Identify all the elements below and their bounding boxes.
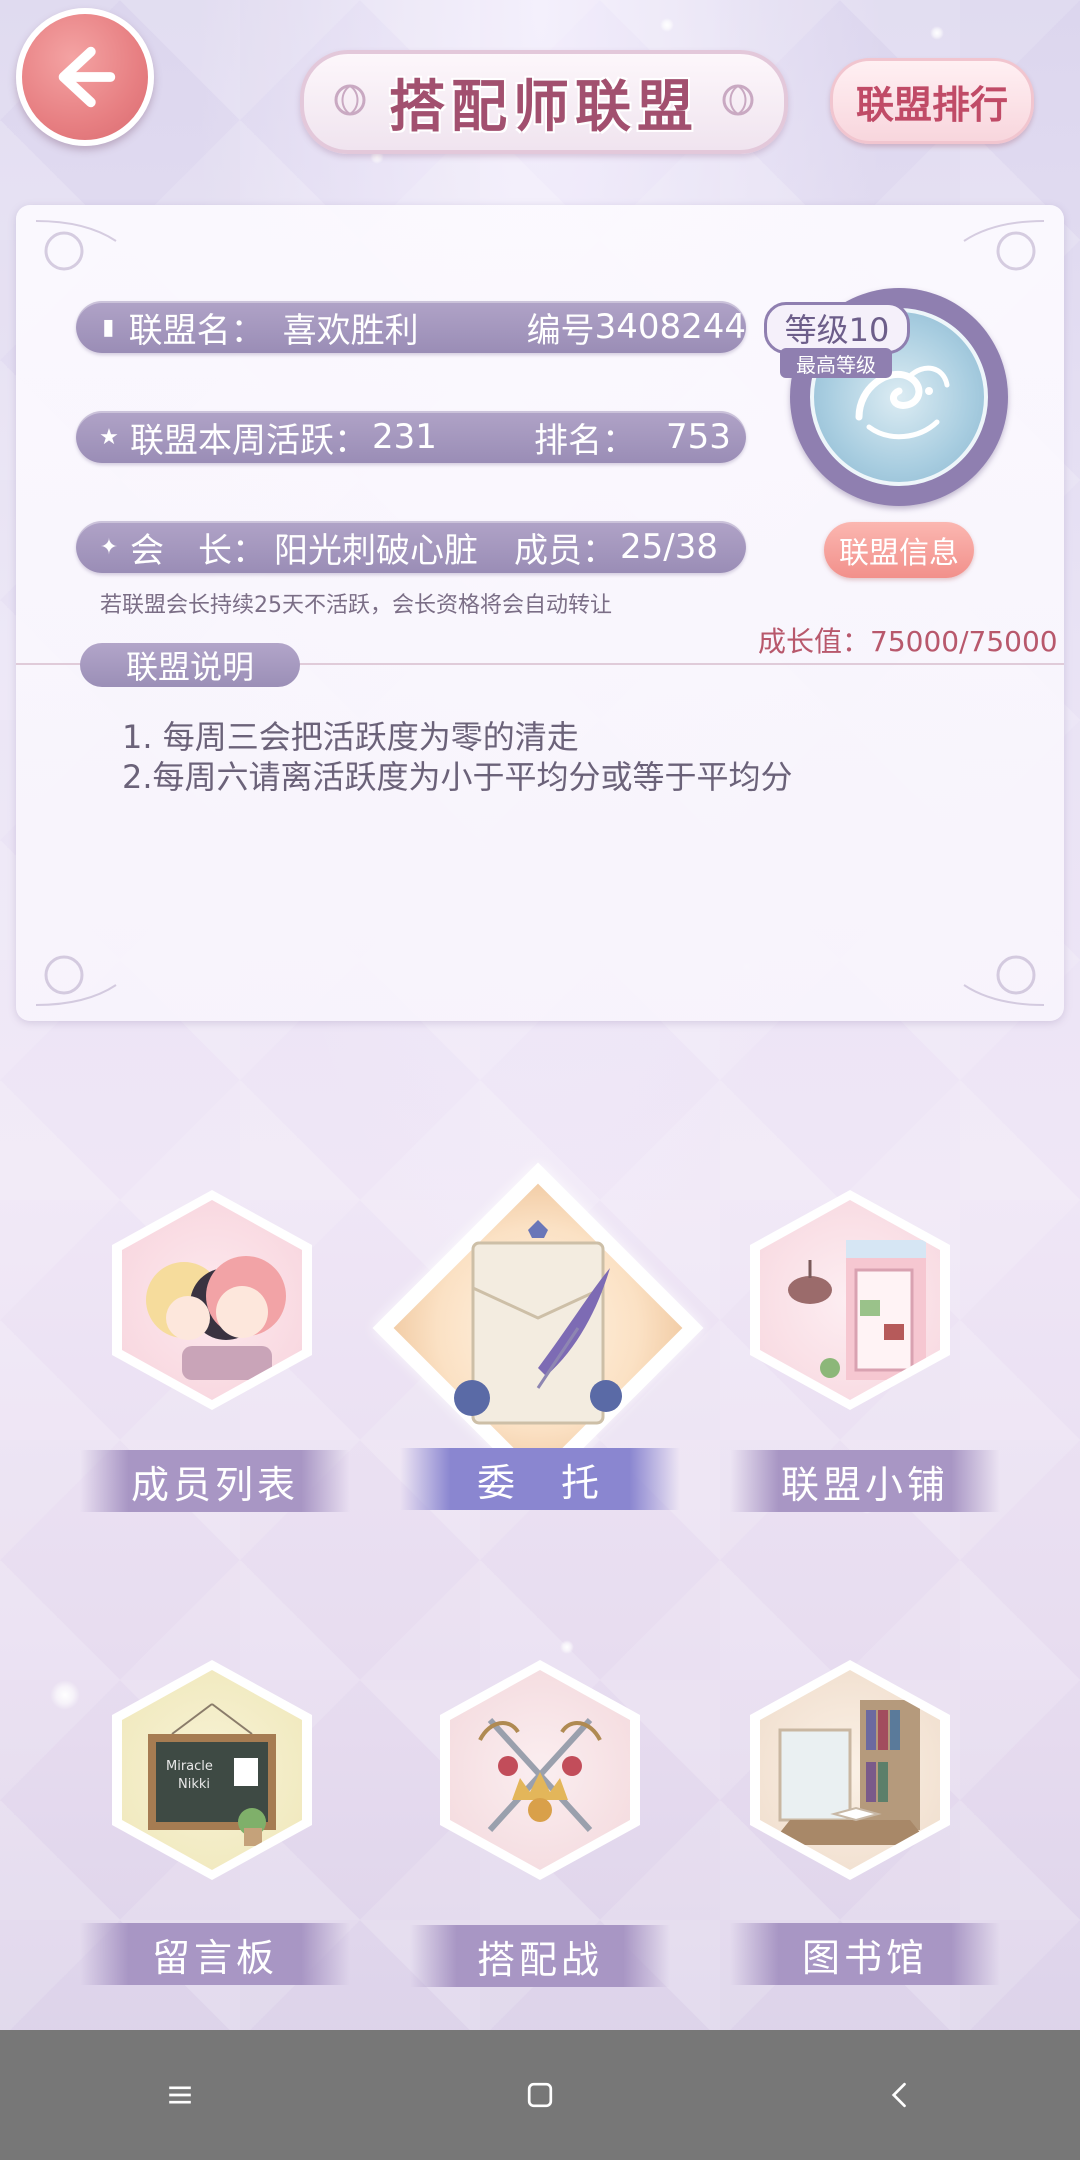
leader-label: 会 长： bbox=[130, 530, 266, 571]
back-button[interactable] bbox=[16, 8, 154, 146]
commission-tile[interactable] bbox=[372, 1162, 704, 1494]
alliance-id-value: 3408244 bbox=[594, 307, 746, 347]
svg-text:Nikki: Nikki bbox=[178, 1777, 210, 1792]
weekly-activity-value: 231 bbox=[372, 417, 437, 457]
growth-value: 成长值：75000/75000 bbox=[758, 625, 1058, 658]
members-value: 25/38 bbox=[620, 527, 718, 567]
envelope-quill-icon bbox=[454, 1220, 622, 1425]
sparkle bbox=[930, 26, 944, 40]
rank-label: 排名： bbox=[534, 420, 636, 461]
library-label[interactable]: 图书馆 bbox=[730, 1923, 1000, 1985]
library-illustration-icon bbox=[770, 1700, 930, 1845]
system-navigation-bar bbox=[0, 2030, 1080, 2160]
outfit-battle-label[interactable]: 搭配战 bbox=[410, 1925, 670, 1987]
weekly-activity-row: ★ 联盟本周活跃： 231 排名： 753 bbox=[76, 411, 746, 463]
weekly-activity-label: 联盟本周活跃： bbox=[130, 420, 368, 461]
alliance-name-label: 联盟名： bbox=[128, 310, 265, 351]
menu-icon bbox=[169, 2086, 191, 2104]
sparkle bbox=[660, 18, 674, 32]
sparkle-icon: ✦ bbox=[99, 534, 119, 560]
svg-text:Miracle: Miracle bbox=[166, 1759, 213, 1774]
max-level-badge: 最高等级 bbox=[780, 348, 892, 378]
rose-corner-icon bbox=[963, 220, 1045, 271]
members-label: 成员： bbox=[514, 530, 616, 571]
members-illustration-icon bbox=[146, 1256, 286, 1380]
rose-ornament-icon bbox=[722, 84, 754, 116]
message-board-label[interactable]: 留言板 bbox=[80, 1923, 350, 1985]
sparkle bbox=[560, 1640, 574, 1654]
leader-value: 阳光刺破心脏 bbox=[274, 530, 478, 571]
page-title: 搭配师联盟 bbox=[389, 74, 699, 140]
members-list-label[interactable]: 成员列表 bbox=[80, 1450, 350, 1512]
message-board-illustration-icon: Miracle Nikki bbox=[148, 1703, 276, 1846]
level-badge: 等级10 bbox=[764, 302, 910, 354]
arrow-left-icon bbox=[58, 46, 116, 108]
rose-corner-icon bbox=[963, 955, 1045, 1006]
alliance-id-label: 编号 bbox=[526, 310, 595, 351]
rank-value: 753 bbox=[666, 417, 731, 457]
battle-crest-illustration-icon bbox=[478, 1717, 602, 1833]
leader-row: ✦ 会 长： 阳光刺破心脏 成员： 25/38 bbox=[76, 521, 746, 573]
title-plate: 搭配师联盟 bbox=[300, 50, 788, 154]
rose-ornament-icon bbox=[334, 84, 366, 116]
shop-illustration-icon bbox=[788, 1240, 926, 1380]
description-line: 2.每周六请离活跃度为小于平均分或等于平均分 bbox=[122, 758, 793, 796]
commission-label[interactable]: 委 托 bbox=[400, 1448, 680, 1510]
rose-corner-icon bbox=[35, 220, 117, 271]
system-back-button[interactable] bbox=[860, 2055, 940, 2135]
rose-corner-icon bbox=[35, 955, 117, 1006]
sparkle bbox=[50, 1680, 80, 1710]
home-button[interactable] bbox=[500, 2055, 580, 2135]
menu-button[interactable] bbox=[140, 2055, 220, 2135]
home-square-icon bbox=[527, 2082, 553, 2108]
back-chevron-icon bbox=[891, 2082, 906, 2108]
description-label: 联盟说明 bbox=[80, 643, 300, 687]
alliance-ranking-button[interactable]: 联盟排行 bbox=[830, 58, 1034, 144]
alliance-info-button[interactable]: 联盟信息 bbox=[824, 522, 974, 578]
book-icon: ▮ bbox=[102, 314, 115, 340]
alliance-name-value: 喜欢胜利 bbox=[282, 310, 419, 351]
star-icon: ★ bbox=[99, 424, 119, 450]
leader-transfer-notice: 若联盟会长持续25天不活跃，会长资格将会自动转让 bbox=[100, 593, 612, 618]
alliance-shop-label[interactable]: 联盟小铺 bbox=[730, 1450, 1000, 1512]
alliance-name-row: ▮ 联盟名： 喜欢胜利 编号 3408244 bbox=[76, 301, 746, 353]
